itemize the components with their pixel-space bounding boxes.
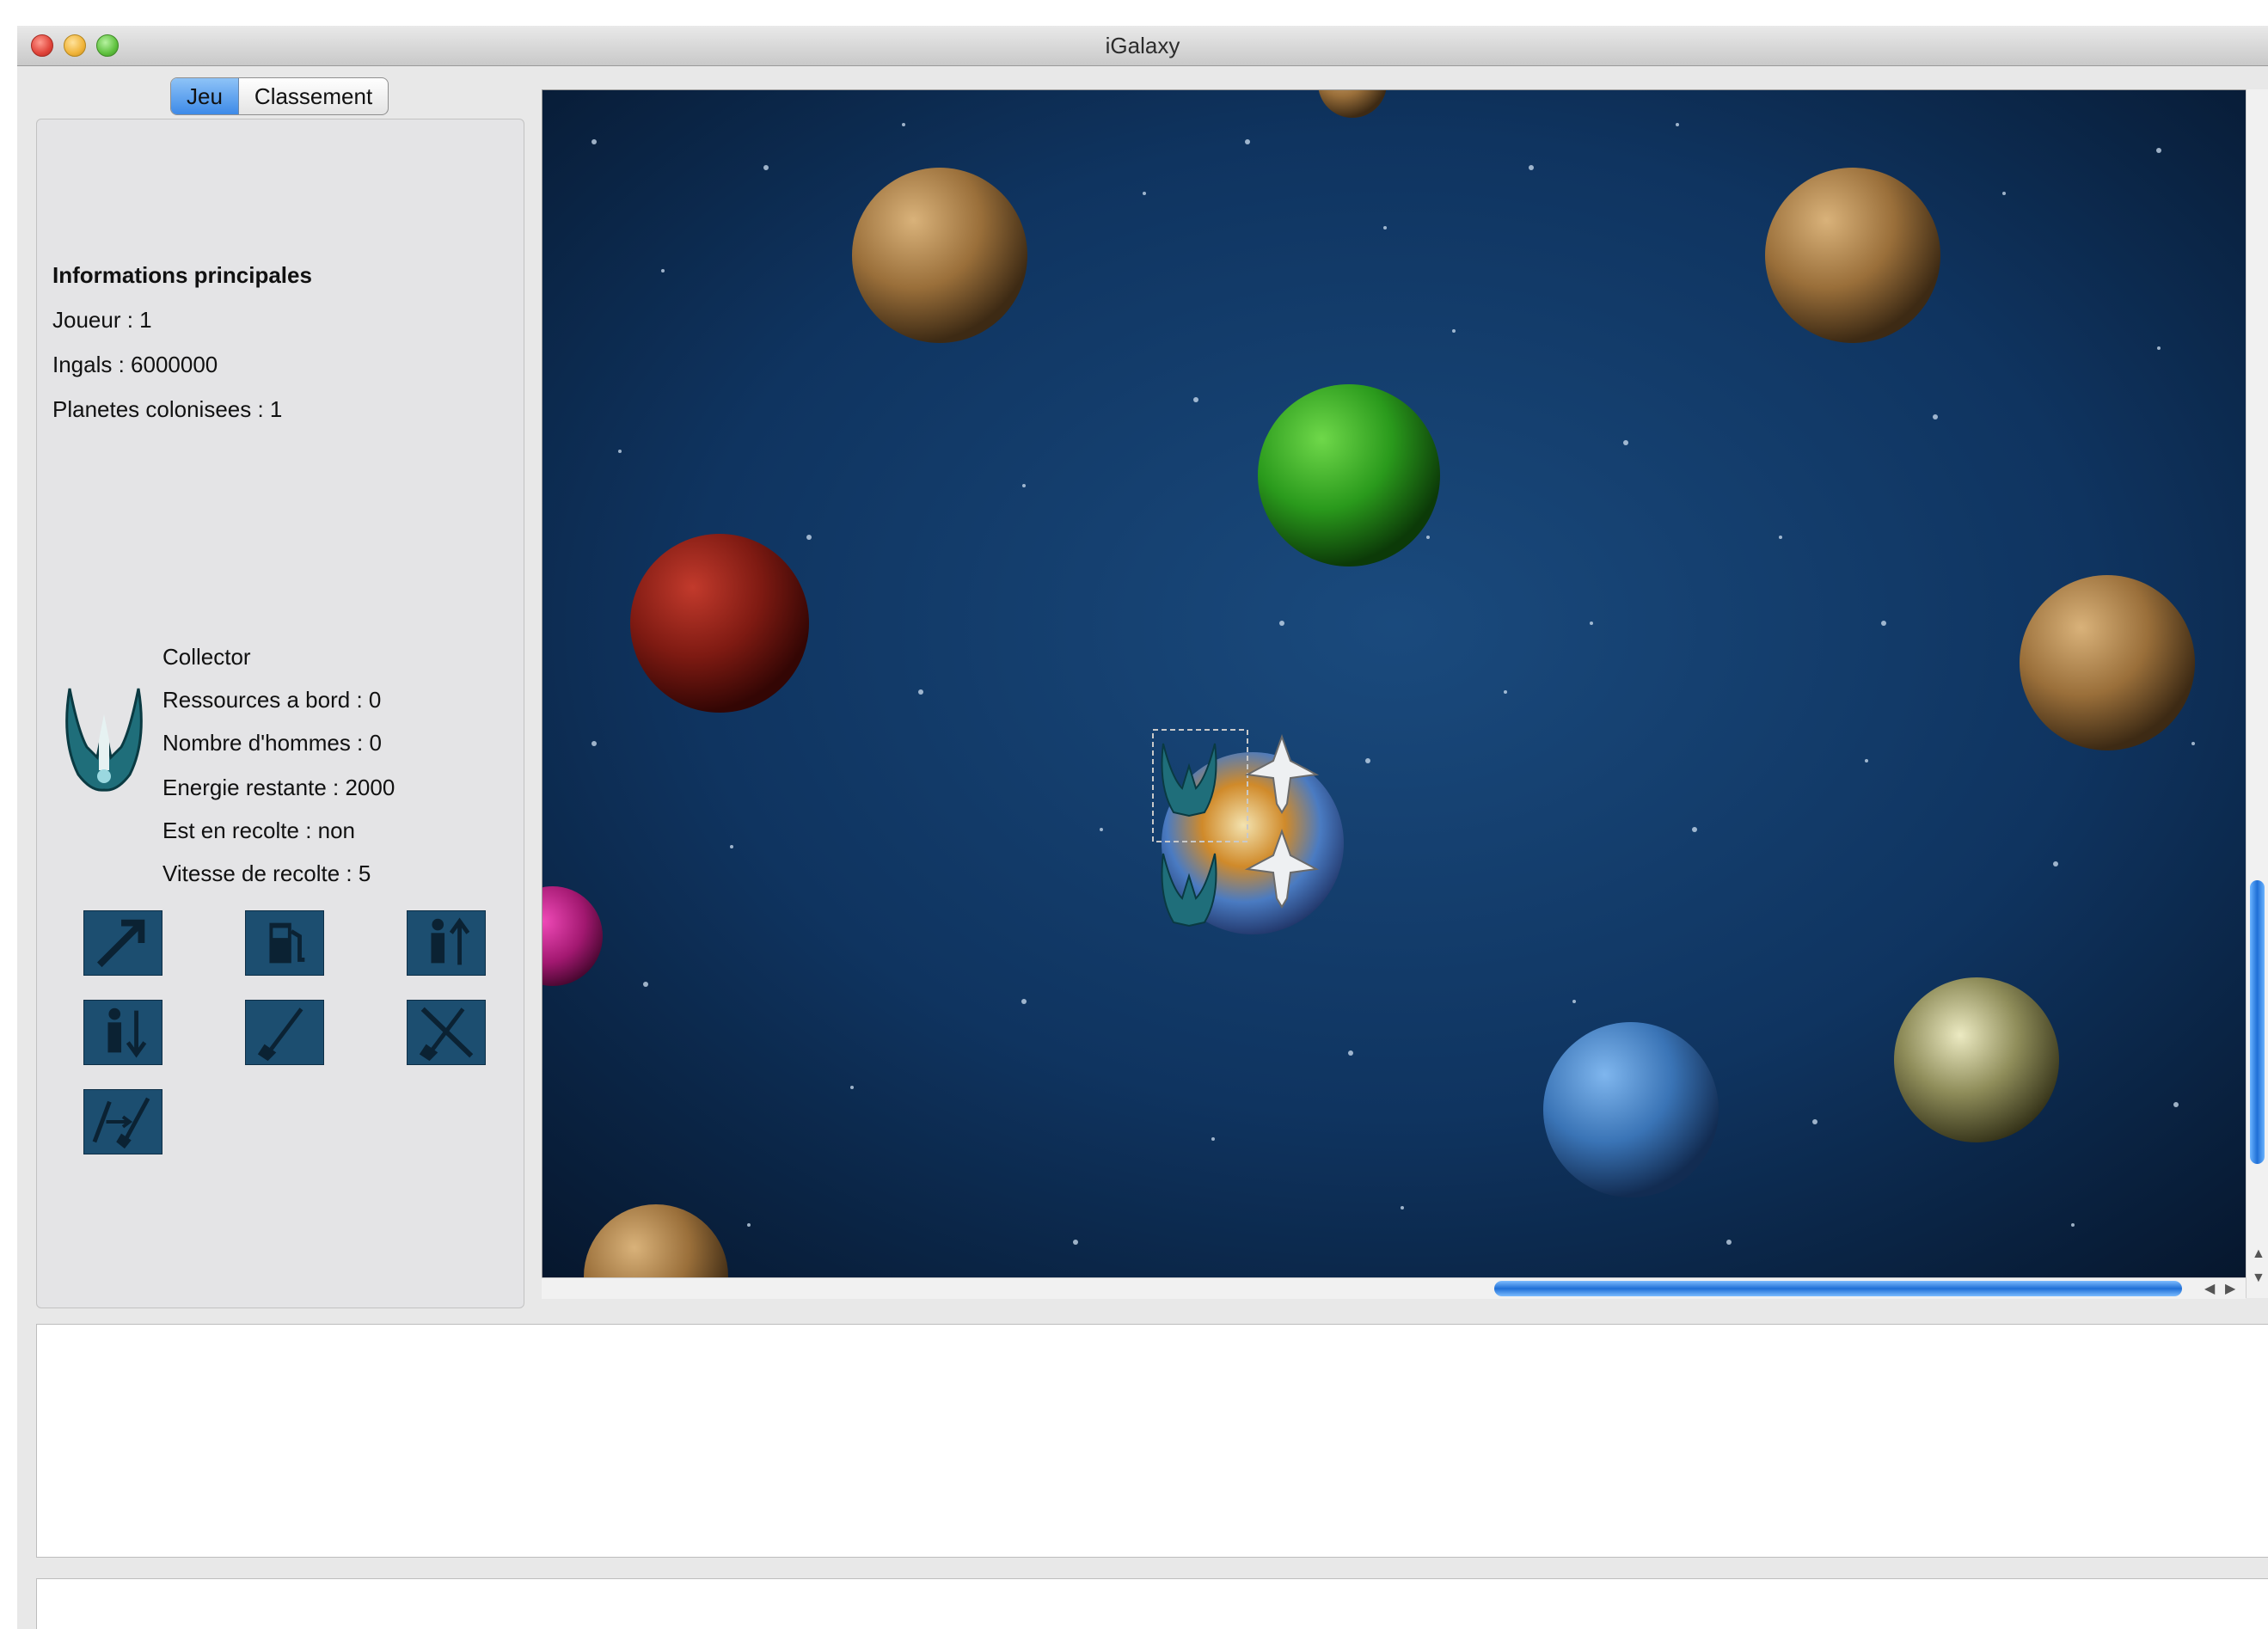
app-window: iGalaxy Jeu Classement Informations prin… (17, 26, 2268, 1629)
tab-bar: Jeu Classement (170, 77, 389, 115)
harvest-button[interactable] (245, 1000, 324, 1065)
info-panel: Informations principales Joueur : 1 Inga… (36, 119, 524, 1308)
move-button[interactable] (83, 910, 162, 976)
planet-brown-2[interactable] (1765, 168, 1940, 343)
scroll-up-arrow-icon[interactable]: ▲ (2252, 1246, 2265, 1262)
harvest-shovel-icon (257, 1007, 303, 1062)
transfer-button[interactable] (83, 1089, 162, 1154)
planet-olive[interactable] (1894, 977, 2059, 1142)
planet-red[interactable] (630, 534, 809, 713)
refuel-button[interactable] (245, 910, 324, 976)
scroll-left-arrow-icon[interactable]: ◀ (2204, 1280, 2215, 1297)
tab-jeu[interactable]: Jeu (171, 78, 239, 114)
game-map[interactable] (542, 89, 2247, 1279)
scroll-right-arrow-icon[interactable]: ▶ (2225, 1280, 2235, 1297)
planet-brown-1[interactable] (852, 168, 1027, 343)
ship-men: Nombre d'hommes : 0 (162, 730, 382, 756)
unload-men-icon (107, 1007, 147, 1058)
cancel-harvest-icon (419, 1007, 474, 1062)
message-log[interactable] (36, 1324, 2268, 1558)
ingals-label: Ingals : 6000000 (52, 352, 218, 377)
ship-resources: Ressources a bord : 0 (162, 687, 382, 713)
ship-harvesting: Est en recolte : non (162, 818, 356, 843)
cancel-harvest-button[interactable] (407, 1000, 486, 1065)
ship-energy: Energie restante : 2000 (162, 775, 395, 800)
horizontal-scrollbar[interactable]: ◀ ▶ (542, 1277, 2246, 1299)
planet-blue[interactable] (1543, 1022, 1719, 1197)
tab-classement[interactable]: Classement (239, 78, 388, 114)
player-label: Joueur : 1 (52, 307, 152, 333)
transfer-resources-icon (92, 1097, 150, 1149)
fuel-pump-icon (269, 922, 305, 964)
planet-green[interactable] (1258, 384, 1440, 566)
window-title: iGalaxy (1105, 33, 1180, 58)
vertical-scroll-thumb[interactable] (2250, 880, 2265, 1164)
load-men-button[interactable] (407, 910, 486, 976)
ship-name: Collector (162, 644, 251, 670)
unload-men-button[interactable] (83, 1000, 162, 1065)
collector-ship-icon (61, 680, 147, 800)
planet-brown-3[interactable] (2020, 575, 2195, 750)
title-bar: iGalaxy (17, 26, 2268, 66)
move-arrow-icon (96, 919, 145, 968)
planets-label: Planetes colonisees : 1 (52, 396, 283, 422)
space-map[interactable] (542, 90, 2247, 1278)
scroll-down-arrow-icon[interactable]: ▼ (2252, 1271, 2265, 1286)
command-input[interactable] (36, 1578, 2268, 1629)
load-men-icon (431, 917, 470, 965)
info-heading: Informations principales (52, 262, 312, 288)
horizontal-scroll-thumb[interactable] (1494, 1281, 2182, 1296)
vertical-scrollbar[interactable]: ▲ ▼ (2246, 89, 2268, 1298)
ship-harvest-speed: Vitesse de recolte : 5 (162, 860, 371, 886)
